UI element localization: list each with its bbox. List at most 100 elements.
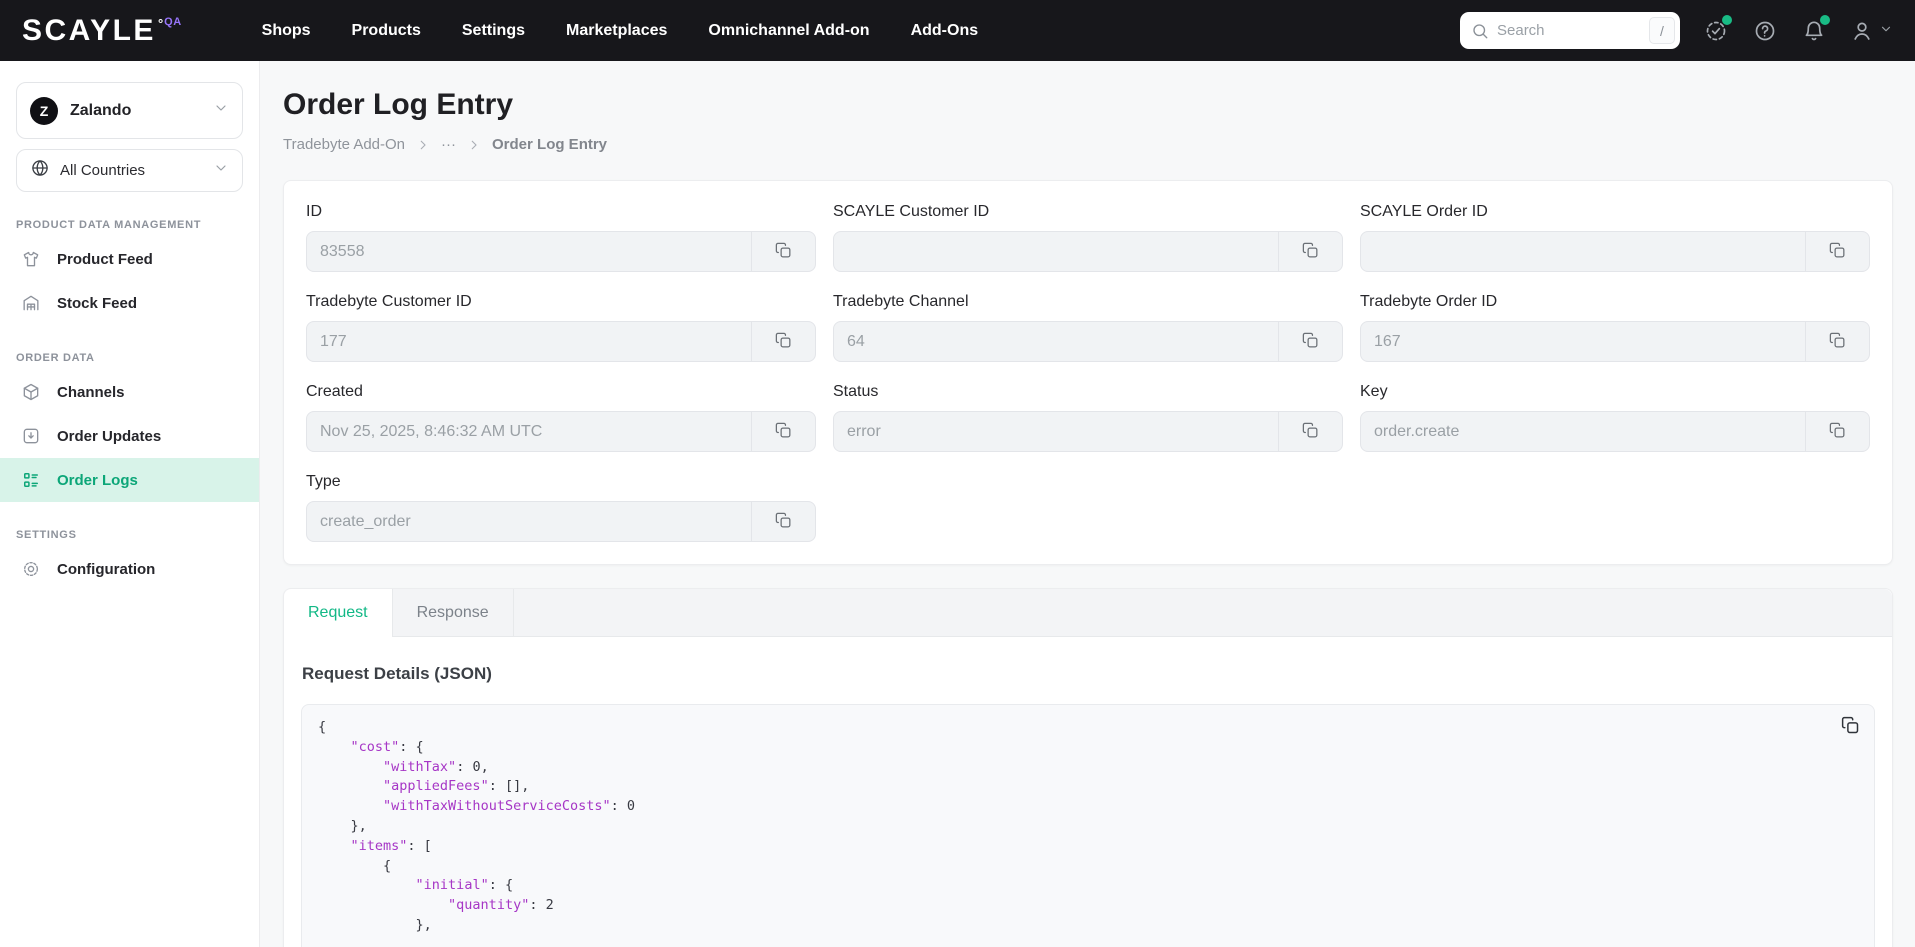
field-input-tradebyte-customer-id[interactable]: 177 bbox=[306, 321, 816, 362]
chevron-right-icon bbox=[416, 138, 430, 152]
field-scayle-customer-id: SCAYLE Customer ID bbox=[833, 203, 1343, 272]
code-line: "initial": { bbox=[415, 877, 514, 894]
breadcrumb-item-1[interactable]: ··· bbox=[441, 136, 456, 153]
copy-button-tradebyte-customer-id[interactable] bbox=[751, 322, 815, 361]
sidebar-item-configuration[interactable]: Configuration bbox=[0, 547, 259, 591]
copy-icon bbox=[1301, 241, 1320, 263]
main-content: Order Log Entry Tradebyte Add-On ··· Order… bbox=[260, 61, 1915, 947]
copy-icon bbox=[1841, 716, 1859, 734]
field-input-status[interactable]: error bbox=[833, 411, 1343, 452]
copy-icon bbox=[774, 421, 793, 443]
field-label: Created bbox=[306, 383, 363, 400]
shop-avatar: Z bbox=[30, 96, 58, 125]
tab-response[interactable]: Response bbox=[393, 589, 514, 637]
search-input[interactable]: Search / bbox=[1460, 12, 1680, 49]
nav-item-omnichannel-add-on[interactable]: Omnichannel Add-on bbox=[708, 22, 869, 40]
field-input-key[interactable]: order.create bbox=[1360, 411, 1870, 452]
field-scayle-order-id: SCAYLE Order ID bbox=[1360, 203, 1870, 272]
search-icon bbox=[1473, 23, 1488, 38]
navbar-right: Search / bbox=[1460, 12, 1893, 49]
qa-environment-badge: QA bbox=[164, 15, 182, 28]
code-line: "appliedFees": [], bbox=[383, 778, 530, 795]
account-menu-button[interactable] bbox=[1850, 18, 1893, 44]
copy-button-tradebyte-channel[interactable] bbox=[1278, 322, 1342, 361]
sidebar-item-product-feed[interactable]: Product Feed bbox=[0, 237, 259, 281]
field-value: create_order bbox=[320, 512, 411, 530]
field-input-tradebyte-channel[interactable]: 64 bbox=[833, 321, 1343, 362]
primary-nav: Shops Products Settings Marketplaces Omnicha… bbox=[262, 22, 978, 40]
log-body: Request Details (JSON) { "cost": { "with… bbox=[284, 637, 1892, 947]
field-value: 167 bbox=[1374, 332, 1401, 350]
country-name: All Countries bbox=[60, 162, 146, 179]
code-line: }, bbox=[318, 817, 367, 834]
field-value: order.create bbox=[1374, 422, 1460, 440]
tab-request[interactable]: Request bbox=[284, 589, 393, 637]
field-label: Key bbox=[1360, 383, 1388, 400]
copy-json-button[interactable] bbox=[1840, 715, 1861, 739]
field-label: Type bbox=[306, 473, 341, 490]
breadcrumb-item-0[interactable]: Tradebyte Add-On bbox=[283, 136, 405, 153]
copy-icon bbox=[1828, 421, 1847, 443]
help-button[interactable] bbox=[1752, 18, 1778, 44]
field-input-created[interactable]: Nov 25, 2025, 8:46:32 AM UTC bbox=[306, 411, 816, 452]
notifications-button[interactable] bbox=[1801, 14, 1830, 44]
sidebar-item-label: Channels bbox=[57, 383, 125, 401]
field-input-tradebyte-order-id[interactable]: 167 bbox=[1360, 321, 1870, 362]
sidebar-item-channels[interactable]: Channels bbox=[0, 370, 259, 414]
field-value: Nov 25, 2025, 8:46:32 AM UTC bbox=[320, 422, 543, 440]
sidebar-item-order-logs[interactable]: Order Logs bbox=[0, 458, 259, 502]
chevron-right-icon bbox=[467, 138, 481, 152]
field-label: Tradebyte Order ID bbox=[1360, 293, 1498, 310]
field-label: SCAYLE Customer ID bbox=[833, 203, 990, 220]
sidebar-item-order-updates[interactable]: Order Updates bbox=[0, 414, 259, 458]
field-value bbox=[1361, 232, 1805, 271]
field-input-scayle-order-id[interactable] bbox=[1360, 231, 1870, 272]
copy-icon bbox=[1828, 241, 1847, 263]
country-selector[interactable]: All Countries bbox=[16, 149, 243, 192]
breadcrumb-item-2[interactable]: Order Log Entry bbox=[492, 136, 607, 153]
sidebar-item-stock-feed[interactable]: Stock Feed bbox=[0, 281, 259, 325]
field-value: 83558 bbox=[320, 242, 365, 260]
field-input-type[interactable]: create_order bbox=[306, 501, 816, 542]
section-label-order-data: ORDER DATA bbox=[16, 352, 95, 364]
sidebar-item-label: Order Updates bbox=[57, 427, 162, 445]
scayle-logo[interactable]: SCAYLE ° QA bbox=[22, 14, 182, 48]
code-line: "items": [ bbox=[350, 837, 432, 854]
field-input-scayle-customer-id[interactable] bbox=[833, 231, 1343, 272]
nav-item-add-ons[interactable]: Add-Ons bbox=[911, 22, 979, 40]
nav-item-products[interactable]: Products bbox=[352, 22, 421, 40]
notifications-dot bbox=[1820, 14, 1830, 25]
sidebar: Z Zalando All Countries PRODUCT DATA MAN… bbox=[0, 61, 260, 947]
sidebar-item-label: Stock Feed bbox=[57, 294, 138, 312]
section-label-settings: SETTINGS bbox=[16, 529, 77, 541]
copy-button-tradebyte-order-id[interactable] bbox=[1805, 322, 1869, 361]
nav-item-settings[interactable]: Settings bbox=[462, 22, 525, 40]
nav-item-marketplaces[interactable]: Marketplaces bbox=[566, 22, 667, 40]
copy-icon bbox=[1301, 421, 1320, 443]
logo-degree-mark: ° bbox=[157, 15, 164, 31]
field-input-id[interactable]: 83558 bbox=[306, 231, 816, 272]
copy-button-status[interactable] bbox=[1278, 412, 1342, 451]
shop-name: Zalando bbox=[70, 101, 132, 119]
package-icon bbox=[21, 382, 41, 402]
copy-button-created[interactable] bbox=[751, 412, 815, 451]
status-check-button[interactable] bbox=[1703, 14, 1732, 44]
copy-button-key[interactable] bbox=[1805, 412, 1869, 451]
code-line: { bbox=[318, 719, 327, 735]
copy-button-scayle-order-id[interactable] bbox=[1805, 232, 1869, 271]
field-value: 177 bbox=[320, 332, 347, 350]
json-code: { "cost": { "withTax": 0, "appliedFees":… bbox=[318, 718, 1858, 936]
field-id: ID 83558 bbox=[306, 203, 816, 272]
copy-button-type[interactable] bbox=[751, 502, 815, 541]
nav-item-shops[interactable]: Shops bbox=[262, 22, 311, 40]
field-value: 64 bbox=[847, 332, 865, 350]
field-label: ID bbox=[306, 203, 322, 220]
field-tradebyte-order-id: Tradebyte Order ID 167 bbox=[1360, 293, 1870, 362]
shop-selector[interactable]: Z Zalando bbox=[16, 82, 243, 139]
search-shortcut-key: / bbox=[1649, 17, 1675, 44]
copy-button-id[interactable] bbox=[751, 232, 815, 271]
copy-button-scayle-customer-id[interactable] bbox=[1278, 232, 1342, 271]
fields-grid: ID 83558 SCAYLE Customer ID SCAYLE Order ID… bbox=[306, 203, 1870, 542]
code-line: "withTax": 0, bbox=[383, 758, 489, 775]
log-tabs: Request Response bbox=[284, 589, 1892, 637]
